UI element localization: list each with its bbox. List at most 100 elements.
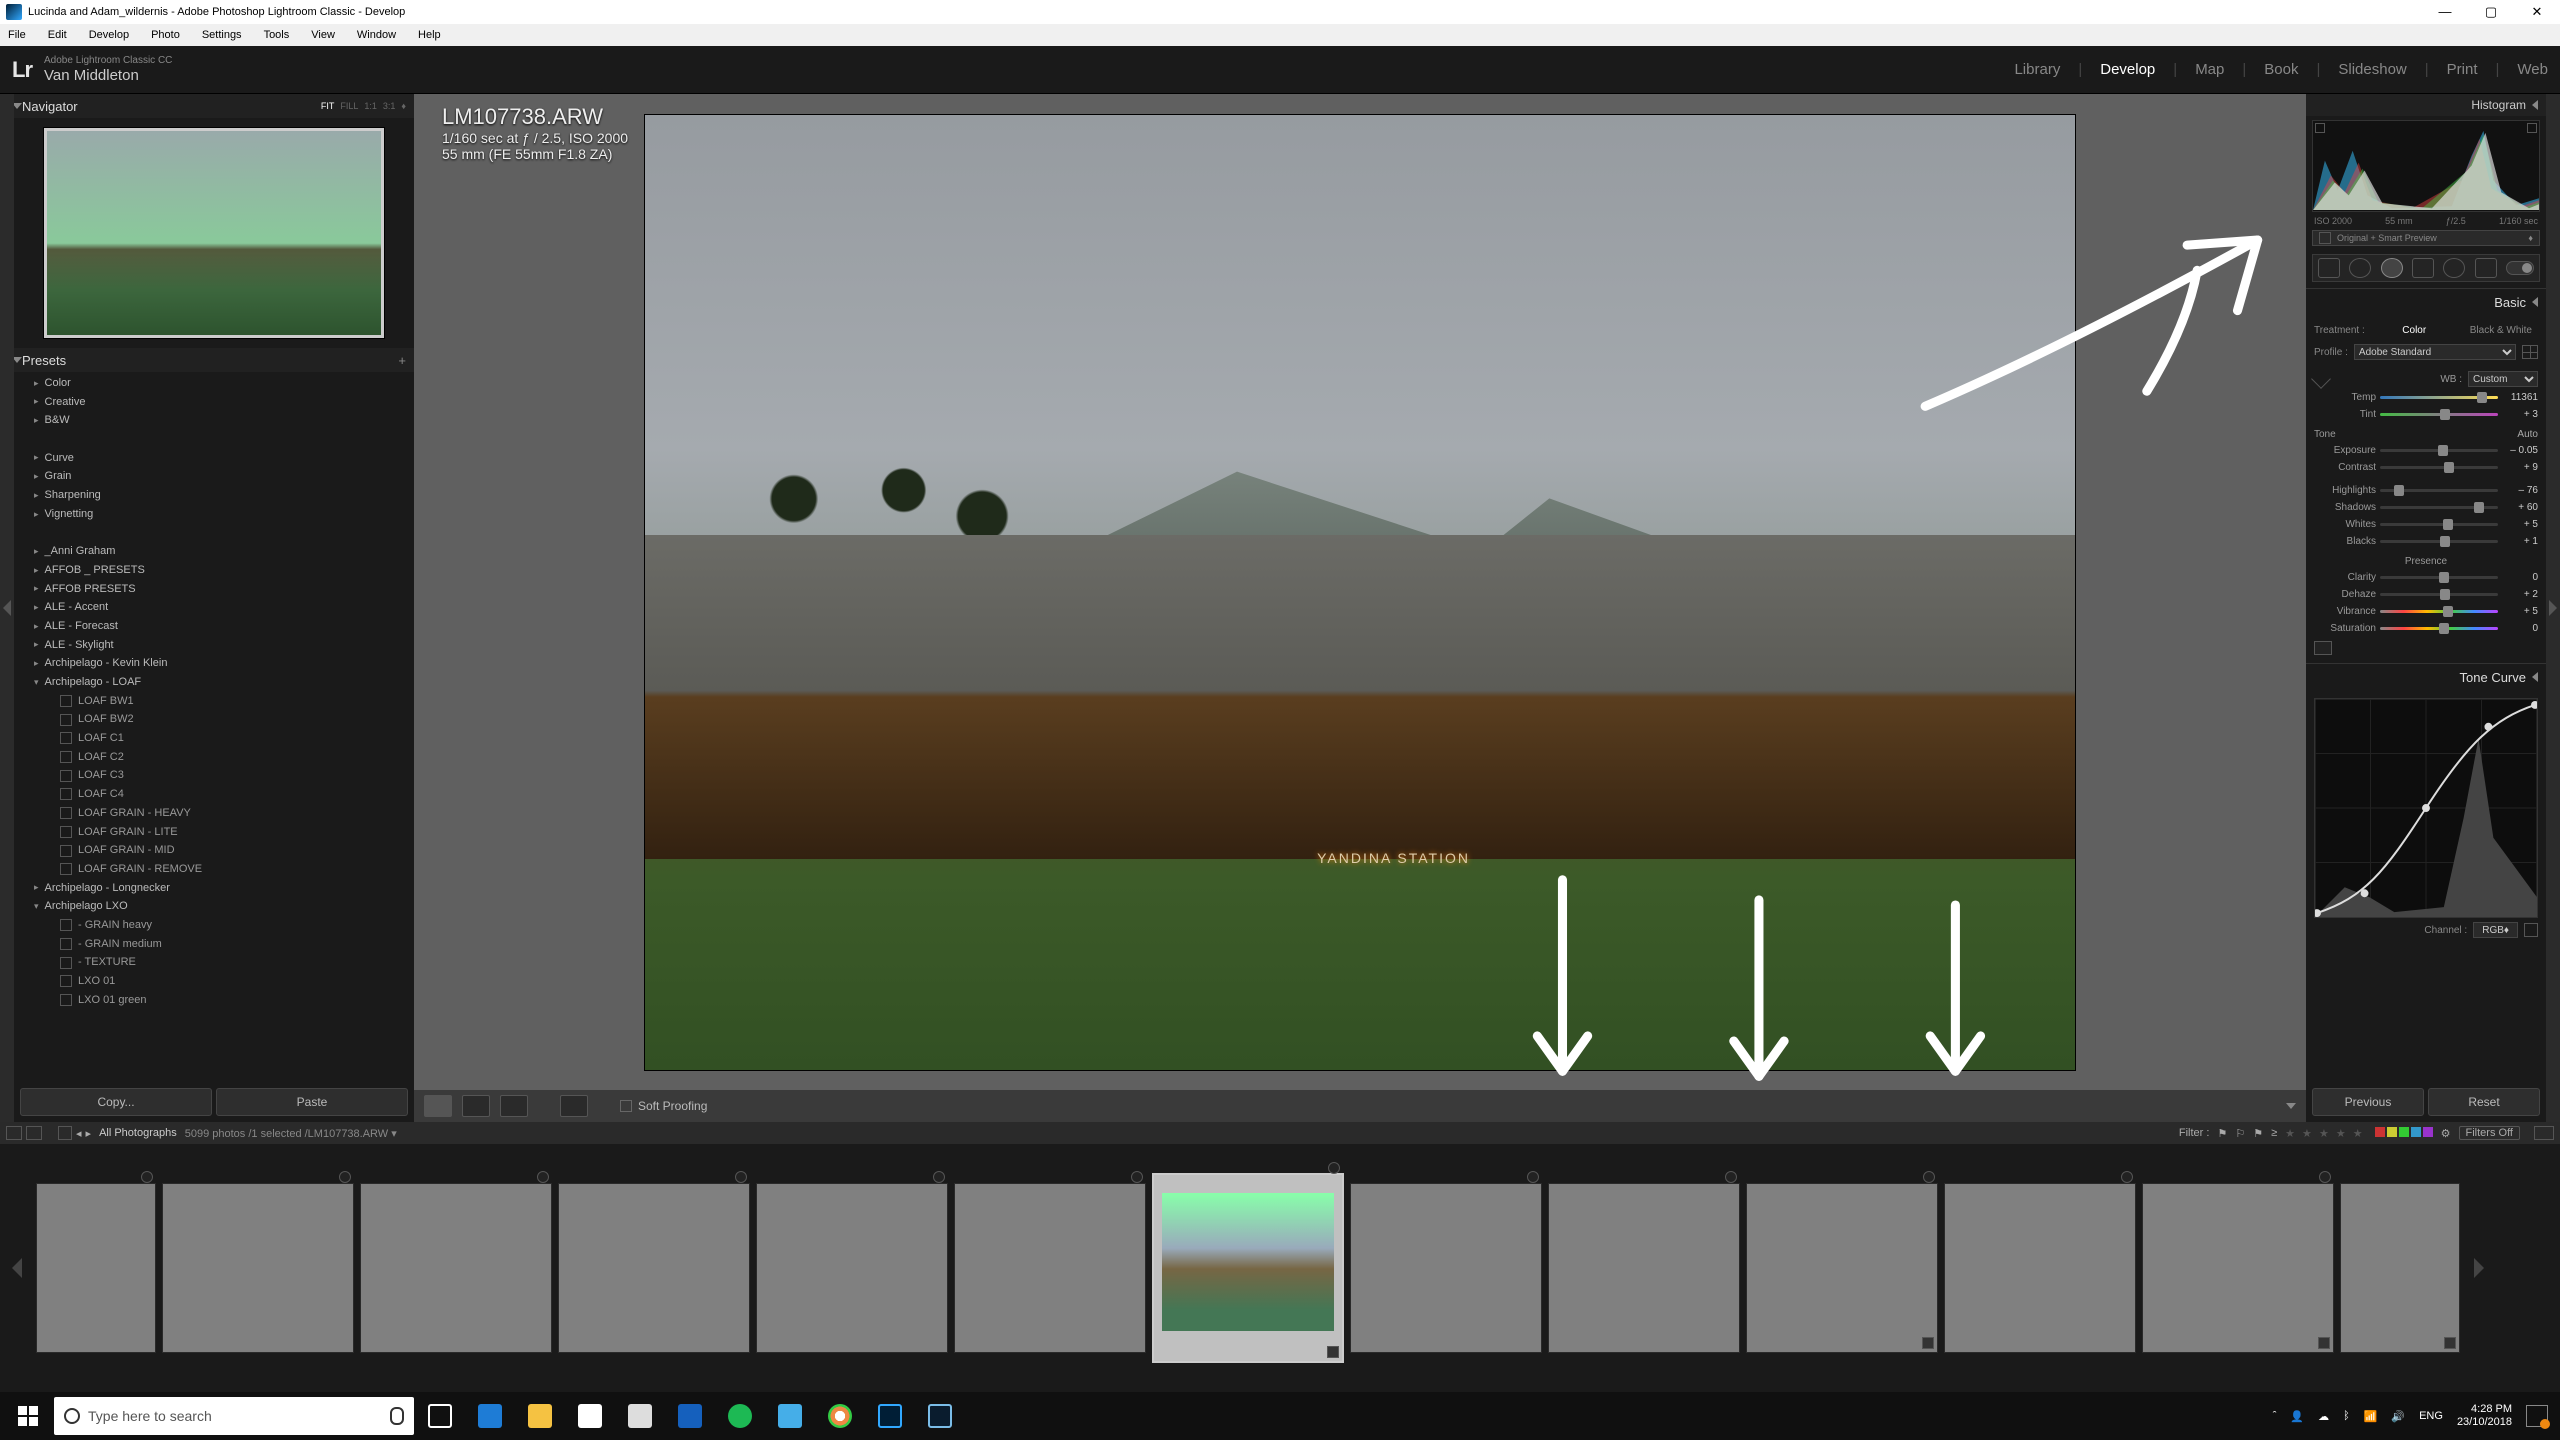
- preset-group[interactable]: Sharpening: [20, 486, 414, 505]
- menu-edit[interactable]: Edit: [44, 27, 71, 43]
- tray-bluetooth-icon[interactable]: ᛒ: [2343, 1410, 2350, 1422]
- preset-group[interactable]: Grain: [20, 467, 414, 486]
- tint-slider[interactable]: [2380, 413, 2498, 416]
- taskbar-explorer-icon[interactable]: [516, 1392, 564, 1440]
- tray-lang[interactable]: ENG: [2419, 1410, 2443, 1422]
- preset-item[interactable]: LOAF C3: [20, 766, 414, 785]
- tone-curve[interactable]: [2314, 698, 2538, 918]
- identity-plate[interactable]: Van Middleton: [44, 67, 172, 84]
- preset-item[interactable]: LOAF GRAIN - LITE: [20, 823, 414, 842]
- blacks-slider[interactable]: [2380, 540, 2498, 543]
- filmstrip-thumb[interactable]: [2340, 1183, 2460, 1353]
- menu-settings[interactable]: Settings: [198, 27, 246, 43]
- taskbar-store-icon[interactable]: [566, 1392, 614, 1440]
- color-label-filter[interactable]: [2373, 1127, 2433, 1140]
- tray-cloud-icon[interactable]: ☁: [2318, 1410, 2329, 1423]
- preset-item[interactable]: LOAF BW1: [20, 692, 414, 711]
- filter-op-icon[interactable]: ≥: [2271, 1127, 2277, 1139]
- spot-removal-tool-icon[interactable]: [2349, 258, 2371, 278]
- tray-expand-icon[interactable]: ˆ: [2273, 1410, 2277, 1422]
- tray-volume-icon[interactable]: 🔊: [2391, 1410, 2405, 1423]
- whites-slider[interactable]: [2380, 523, 2498, 526]
- taskbar-chrome-icon[interactable]: [816, 1392, 864, 1440]
- nav-fit[interactable]: FIT: [321, 101, 335, 111]
- taskbar-mail-icon[interactable]: [616, 1392, 664, 1440]
- navigator-header[interactable]: Navigator FIT FILL 1:1 3:1 ♦: [14, 94, 414, 118]
- preset-group[interactable]: _Anni Graham: [20, 542, 414, 561]
- nav-3-1[interactable]: 3:1: [383, 101, 396, 111]
- window-close[interactable]: ✕: [2514, 0, 2560, 24]
- rating-filter[interactable]: ★ ★ ★ ★ ★: [2285, 1127, 2365, 1140]
- taskbar-lightroom-icon[interactable]: [916, 1392, 964, 1440]
- toolbar-menu[interactable]: [2286, 1103, 2296, 1109]
- right-panel-collapse[interactable]: [2546, 94, 2560, 1122]
- nav-fwd-icon[interactable]: ▸: [86, 1127, 92, 1140]
- action-center-icon[interactable]: [2526, 1405, 2548, 1427]
- filter-lock-icon[interactable]: [2534, 1126, 2554, 1140]
- filmstrip-thumb[interactable]: [360, 1183, 552, 1353]
- preset-item[interactable]: - TEXTURE: [20, 953, 414, 972]
- taskbar-search[interactable]: Type here to search: [54, 1397, 414, 1435]
- filmstrip-thumb[interactable]: [2142, 1183, 2334, 1353]
- shadows-slider[interactable]: [2380, 506, 2498, 509]
- saturation-slider[interactable]: [2380, 627, 2498, 630]
- second-window-icon[interactable]: [26, 1126, 42, 1140]
- filmstrip-thumb[interactable]: [954, 1183, 1146, 1353]
- preset-group[interactable]: ALE - Skylight: [20, 636, 414, 655]
- window-minimize[interactable]: —: [2422, 0, 2468, 24]
- dehaze-slider[interactable]: [2380, 593, 2498, 596]
- module-slideshow[interactable]: Slideshow: [2338, 61, 2406, 78]
- presets-add[interactable]: +: [398, 353, 406, 368]
- filmstrip-thumb[interactable]: [558, 1183, 750, 1353]
- filmstrip-thumb[interactable]: [1350, 1183, 1542, 1353]
- filmstrip[interactable]: [0, 1144, 2560, 1392]
- profile-select[interactable]: Adobe Standard: [2354, 344, 2516, 360]
- preset-item[interactable]: - GRAIN medium: [20, 935, 414, 954]
- taskbar-outlook-icon[interactable]: [666, 1392, 714, 1440]
- soft-proofing-toggle[interactable]: Soft Proofing: [620, 1099, 707, 1113]
- preset-group[interactable]: Creative: [20, 393, 414, 412]
- menu-window[interactable]: Window: [353, 27, 400, 43]
- filmstrip-thumb[interactable]: [36, 1183, 156, 1353]
- preset-item[interactable]: - GRAIN heavy: [20, 916, 414, 935]
- preset-group[interactable]: AFFOB _ PRESETS: [20, 561, 414, 580]
- module-web[interactable]: Web: [2517, 61, 2548, 78]
- basic-panel-header[interactable]: Basic: [2306, 289, 2546, 315]
- filmstrip-thumb[interactable]: [1944, 1183, 2136, 1353]
- mic-icon[interactable]: [390, 1407, 404, 1425]
- start-button[interactable]: [4, 1392, 52, 1440]
- radial-filter-tool-icon[interactable]: [2443, 258, 2465, 278]
- tray-people-icon[interactable]: 👤: [2290, 1410, 2304, 1423]
- view-before-after-lr[interactable]: [462, 1095, 490, 1117]
- nav-fill[interactable]: FILL: [340, 101, 358, 111]
- preset-group[interactable]: Color: [20, 374, 414, 393]
- window-maximize[interactable]: ▢: [2468, 0, 2514, 24]
- filmstrip-thumb[interactable]: [1548, 1183, 1740, 1353]
- channel-select[interactable]: RGB ♦: [2473, 922, 2518, 938]
- tray-wifi-icon[interactable]: 📶: [2364, 1410, 2378, 1423]
- main-window-icon[interactable]: [6, 1126, 22, 1140]
- flag-picked-icon[interactable]: ⚑: [2217, 1127, 2227, 1140]
- previous-button[interactable]: Previous: [2312, 1088, 2424, 1116]
- filmstrip-thumb-selected[interactable]: [1152, 1173, 1344, 1363]
- task-view-icon[interactable]: [416, 1392, 464, 1440]
- preset-group[interactable]: ALE - Accent: [20, 598, 414, 617]
- nav-1-1[interactable]: 1:1: [364, 101, 377, 111]
- exposure-slider[interactable]: [2380, 449, 2498, 452]
- view-loupe[interactable]: [424, 1095, 452, 1117]
- menu-help[interactable]: Help: [414, 27, 445, 43]
- contrast-slider[interactable]: [2380, 466, 2498, 469]
- preset-group[interactable]: Archipelago LXO: [20, 897, 414, 916]
- taskbar-app-icon[interactable]: [766, 1392, 814, 1440]
- navigator-preview[interactable]: [44, 128, 384, 338]
- menu-develop[interactable]: Develop: [85, 27, 133, 43]
- preset-group[interactable]: Archipelago - Kevin Klein: [20, 654, 414, 673]
- crop-tool-icon[interactable]: [2318, 258, 2340, 278]
- view-reference[interactable]: [560, 1095, 588, 1117]
- preset-group[interactable]: Archipelago - Longnecker: [20, 879, 414, 898]
- mask-toggle[interactable]: [2506, 261, 2534, 275]
- module-library[interactable]: Library: [2014, 61, 2060, 78]
- filmstrip-thumb[interactable]: [1746, 1183, 1938, 1353]
- preset-group[interactable]: ALE - Forecast: [20, 617, 414, 636]
- preset-group[interactable]: Curve: [20, 449, 414, 468]
